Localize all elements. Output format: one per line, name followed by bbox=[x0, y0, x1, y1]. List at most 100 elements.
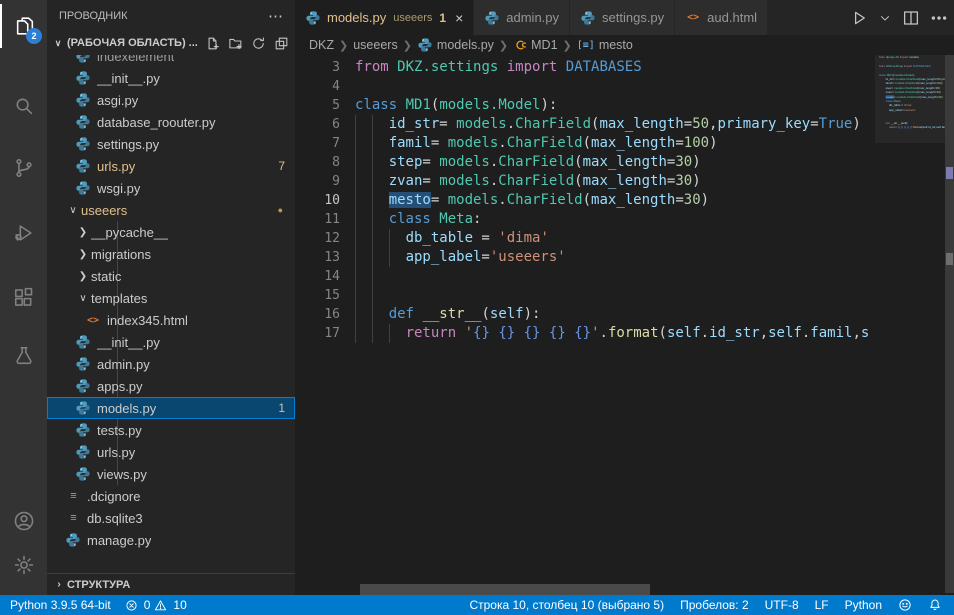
line-number: 7 bbox=[295, 134, 340, 153]
status-language-mode[interactable]: Python bbox=[845, 598, 882, 612]
status-notifications[interactable] bbox=[928, 598, 942, 612]
workspace-section-header[interactable]: ∨ (РАБОЧАЯ ОБЛАСТЬ) ... bbox=[47, 32, 295, 54]
class-symbol-icon bbox=[513, 38, 527, 52]
tree-item-useeers[interactable]: ∨useeers● bbox=[47, 199, 295, 221]
tree-item-models.py[interactable]: models.py1 bbox=[47, 397, 295, 419]
python-file-icon bbox=[580, 10, 596, 26]
activity-search[interactable] bbox=[0, 84, 47, 128]
sidebar-more-icon[interactable]: ⋯ bbox=[268, 7, 283, 25]
breadcrumb-models.py[interactable]: models.py bbox=[417, 37, 494, 53]
code-line-16: 16def __str__(self): bbox=[295, 305, 875, 324]
activity-bar: 2 bbox=[0, 0, 47, 595]
activity-run-debug[interactable] bbox=[0, 211, 47, 255]
tree-item-label: index345.html bbox=[107, 313, 188, 328]
breadcrumb: DKZ❯useeers❯models.py❯MD1❯[≡]mesto bbox=[295, 35, 954, 55]
tree-item-indexelement[interactable]: indexelement bbox=[47, 55, 295, 67]
tree-item-database_roouter.py[interactable]: database_roouter.py bbox=[47, 111, 295, 133]
code-editor[interactable]: 3from DKZ.settings import DATABASES45cla… bbox=[295, 55, 875, 583]
new-file-icon[interactable] bbox=[205, 36, 220, 51]
tree-item-templates[interactable]: ∨templates bbox=[47, 287, 295, 309]
tree-item-wsgi.py[interactable]: wsgi.py bbox=[47, 177, 295, 199]
tab-models.py[interactable]: models.pyuseeers1× bbox=[295, 0, 474, 35]
tree-item-label: urls.py bbox=[97, 159, 135, 174]
run-icon[interactable] bbox=[850, 9, 868, 27]
tree-item-static[interactable]: ❯static bbox=[47, 265, 295, 287]
more-actions-icon[interactable] bbox=[930, 9, 948, 27]
tree-item-db.sqlite3[interactable]: ≡db.sqlite3 bbox=[47, 507, 295, 529]
tree-item-admin.py[interactable]: admin.py bbox=[47, 353, 295, 375]
tree-item-__init__.py[interactable]: __init__.py bbox=[47, 67, 295, 89]
tree-item-tests.py[interactable]: tests.py bbox=[47, 419, 295, 441]
activity-source-control[interactable] bbox=[0, 146, 47, 190]
tree-item-__init__.py[interactable]: __init__.py bbox=[47, 331, 295, 353]
chevron-down-icon: ∨ bbox=[65, 205, 81, 216]
breadcrumb-useeers[interactable]: useeers bbox=[353, 38, 397, 52]
breadcrumb-mesto[interactable]: [≡]mesto bbox=[577, 38, 633, 52]
status-cursor-position[interactable]: Строка 10, столбец 10 (выбрано 5) bbox=[469, 598, 664, 612]
tree-item-index345.html[interactable]: <>index345.html bbox=[47, 309, 295, 331]
horizontal-scrollbar[interactable] bbox=[360, 584, 650, 595]
line-number: 14 bbox=[295, 267, 340, 286]
python-file-icon bbox=[75, 422, 91, 438]
code-line-3: 3from DKZ.settings import DATABASES bbox=[295, 58, 875, 77]
status-encoding[interactable]: UTF-8 bbox=[765, 598, 799, 612]
tree-item-label: manage.py bbox=[87, 533, 151, 548]
tree-item-migrations[interactable]: ❯migrations bbox=[47, 243, 295, 265]
tree-item-apps.py[interactable]: apps.py bbox=[47, 375, 295, 397]
collapse-all-icon[interactable] bbox=[274, 36, 289, 51]
line-number: 11 bbox=[295, 210, 340, 229]
line-number: 13 bbox=[295, 248, 340, 267]
tab-settings.py[interactable]: settings.py bbox=[570, 0, 675, 35]
editor-group: models.py useeers 1 × admin.pysettings.py <> a… bbox=[295, 0, 954, 595]
status-feedback[interactable] bbox=[898, 598, 912, 612]
tree-item-urls.py[interactable]: urls.py7 bbox=[47, 155, 295, 177]
activity-testing[interactable] bbox=[0, 334, 47, 378]
line-number: 3 bbox=[295, 58, 340, 77]
status-label: Python bbox=[845, 598, 882, 612]
tab-admin.py[interactable]: admin.py bbox=[474, 0, 570, 35]
editor-actions bbox=[850, 0, 948, 35]
split-editor-icon[interactable] bbox=[902, 9, 920, 27]
breadcrumb-separator: ❯ bbox=[403, 39, 412, 52]
refresh-icon[interactable] bbox=[251, 36, 266, 51]
tree-item-label: views.py bbox=[97, 467, 147, 482]
chevron-right-icon: ❯ bbox=[75, 271, 91, 282]
status-indentation[interactable]: Пробелов: 2 bbox=[680, 598, 749, 612]
tree-item-label: wsgi.py bbox=[97, 181, 140, 196]
tree-item-label: __init__.py bbox=[97, 71, 160, 86]
minimap[interactable]: 1from django.db import models23from DKZ.… bbox=[875, 55, 945, 583]
html-file-icon: <> bbox=[687, 12, 699, 23]
tree-item-__pycache__[interactable]: ❯__pycache__ bbox=[47, 221, 295, 243]
activity-settings[interactable] bbox=[0, 543, 47, 587]
run-dropdown-icon[interactable] bbox=[878, 11, 892, 25]
tab-label: aud.html bbox=[707, 10, 757, 25]
python-file-icon bbox=[75, 92, 91, 108]
tree-item-asgi.py[interactable]: asgi.py bbox=[47, 89, 295, 111]
tree-item-label: database_roouter.py bbox=[97, 115, 216, 130]
breadcrumb-DKZ[interactable]: DKZ bbox=[309, 38, 334, 52]
tab-problems-badge: 1 bbox=[439, 11, 446, 25]
outline-section-header[interactable]: › СТРУКТУРА bbox=[47, 573, 295, 595]
close-icon[interactable]: × bbox=[455, 11, 463, 25]
source-control-icon bbox=[13, 157, 35, 179]
status-eol[interactable]: LF bbox=[815, 598, 829, 612]
status-python-interpreter[interactable]: Python 3.9.5 64-bit bbox=[10, 598, 111, 612]
code-line-15: 15 bbox=[295, 286, 875, 305]
status-problems[interactable]: 010 bbox=[125, 598, 187, 612]
tree-item-urls.py[interactable]: urls.py bbox=[47, 441, 295, 463]
tree-item-.dcignore[interactable]: ≡.dcignore bbox=[47, 485, 295, 507]
tree-item-views.py[interactable]: views.py bbox=[47, 463, 295, 485]
tree-item-settings.py[interactable]: settings.py bbox=[47, 133, 295, 155]
breadcrumb-separator: ❯ bbox=[339, 39, 348, 52]
tree-item-manage.py[interactable]: manage.py bbox=[47, 529, 295, 551]
activity-extensions[interactable] bbox=[0, 276, 47, 320]
activity-accounts[interactable] bbox=[0, 499, 47, 543]
chevron-right-icon: ❯ bbox=[75, 249, 91, 260]
breadcrumb-MD1[interactable]: MD1 bbox=[513, 38, 557, 52]
activity-explorer[interactable]: 2 bbox=[0, 4, 47, 48]
chevron-right-icon: ❯ bbox=[75, 227, 91, 238]
new-folder-icon[interactable] bbox=[228, 36, 243, 51]
explorer-sidebar: ПРОВОДНИК ⋯ ∨ (РАБОЧАЯ ОБЛАСТЬ) ... inde… bbox=[47, 0, 295, 595]
tab-aud.html[interactable]: <> aud.html bbox=[675, 0, 768, 35]
line-number: 16 bbox=[295, 305, 340, 324]
